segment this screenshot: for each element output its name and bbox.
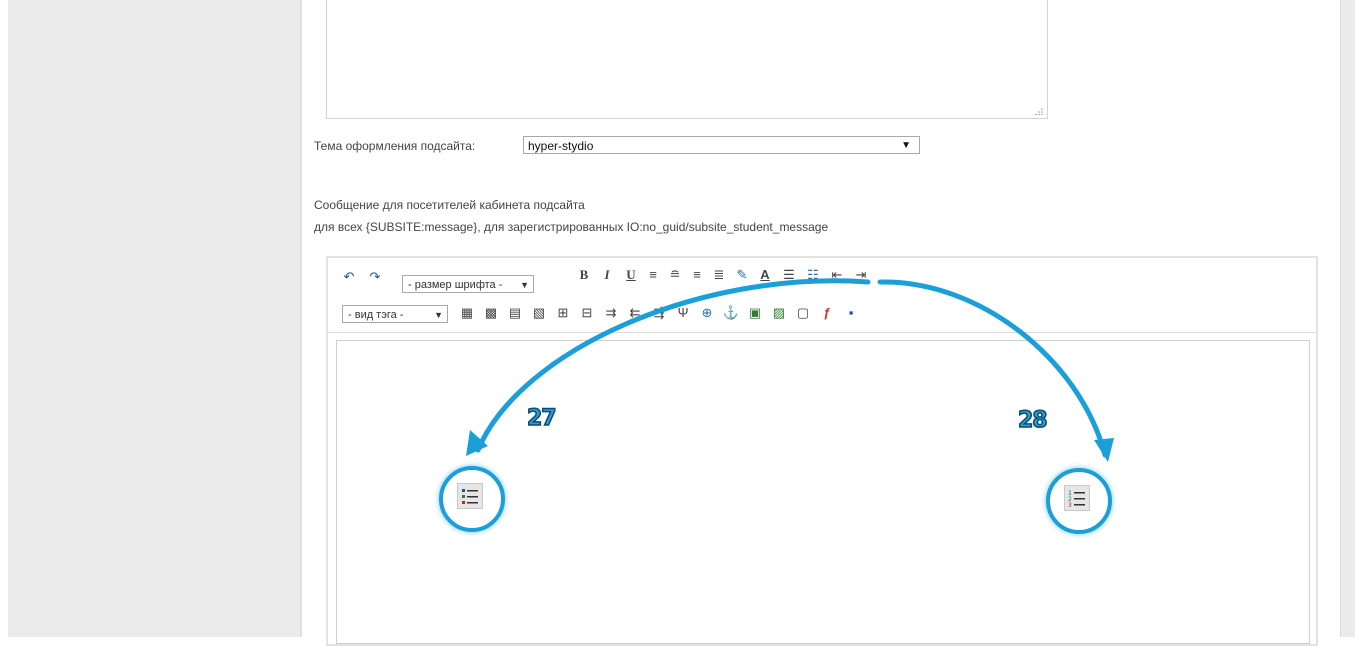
arrow-to-28	[877, 279, 1108, 458]
callout-number-27: 27	[526, 405, 557, 432]
zoom-numbered-list: 1 2 3	[1046, 468, 1112, 534]
numbered-list-zoom-icon: 1 2 3	[1064, 485, 1090, 511]
arrowhead-28-icon	[1094, 438, 1114, 462]
annotation-arrows	[466, 278, 1114, 462]
zoom-bullet-list	[439, 466, 505, 532]
callout-number-28: 28	[1017, 407, 1048, 434]
svg-text:3: 3	[1068, 502, 1072, 509]
bullet-list-zoom-icon	[457, 483, 483, 509]
